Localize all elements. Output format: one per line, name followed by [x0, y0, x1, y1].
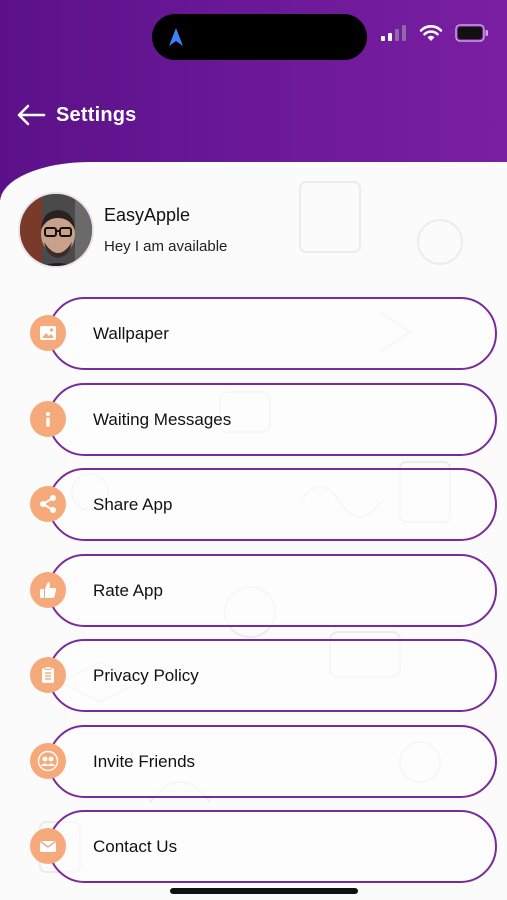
info-icon	[30, 400, 66, 437]
menu-item-label: Waiting Messages	[93, 409, 232, 429]
home-indicator[interactable]	[170, 888, 358, 894]
menu-item-invite-friends[interactable]: Invite Friends	[30, 724, 497, 798]
clipboard-icon	[30, 657, 66, 693]
battery-icon	[455, 24, 488, 42]
menu-item-label: Invite Friends	[93, 751, 196, 771]
page-title: Settings	[56, 103, 137, 126]
status-bar	[0, 0, 507, 70]
profile-text: EasyApple Hey I am available	[104, 205, 227, 255]
menu-item-label: Wallpaper	[93, 324, 169, 343]
menu-item-share-app[interactable]: Share App	[30, 468, 497, 541]
menu-item-label: Contact Us	[93, 837, 178, 856]
status-icons	[381, 24, 489, 42]
menu-item-label: Privacy Policy	[93, 666, 199, 685]
avatar[interactable]	[18, 192, 94, 268]
thumbs-up-icon	[30, 571, 66, 608]
profile-section[interactable]: EasyApple Hey I am available	[18, 192, 227, 268]
menu-item-rate-app[interactable]: Rate App	[30, 553, 497, 627]
menu-item-privacy-policy[interactable]: Privacy Policy	[30, 639, 497, 712]
title-row: Settings	[16, 100, 137, 130]
settings-menu: Wallpaper Waiting Messages Share App Rat…	[30, 297, 497, 896]
mail-icon	[30, 828, 66, 864]
arrow-left-icon	[17, 104, 46, 126]
menu-item-contact-us[interactable]: Contact Us	[30, 810, 497, 883]
profile-status: Hey I am available	[104, 238, 228, 255]
dynamic-island	[152, 14, 367, 60]
menu-item-waiting-messages[interactable]: Waiting Messages	[30, 382, 497, 456]
avatar-photo	[20, 194, 92, 266]
profile-name: EasyApple	[104, 205, 191, 225]
share-icon	[30, 486, 66, 522]
wifi-icon	[419, 25, 443, 41]
menu-item-label: Rate App	[93, 580, 163, 600]
signal-icon	[381, 25, 406, 41]
back-button[interactable]	[16, 100, 46, 130]
menu-item-wallpaper[interactable]: Wallpaper	[30, 297, 497, 370]
users-icon	[30, 742, 66, 779]
navigation-arrow-icon	[169, 28, 183, 46]
image-icon	[30, 315, 66, 351]
menu-item-label: Share App	[93, 495, 173, 514]
content-area: EasyApple Hey I am available Wallpaper W…	[0, 162, 507, 900]
